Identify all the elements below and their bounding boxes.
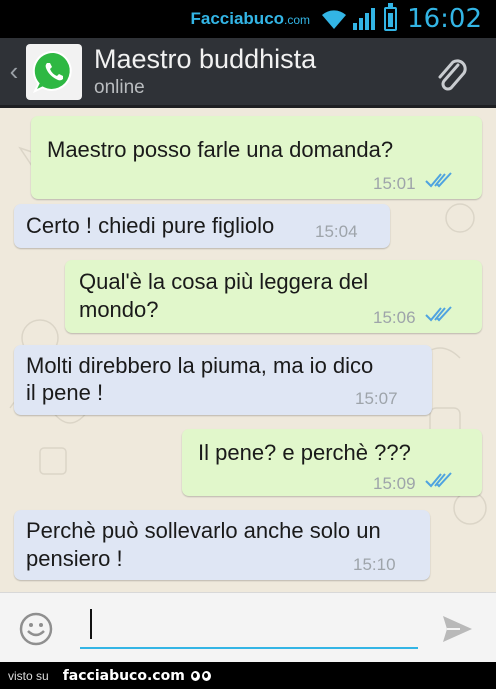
- status-bar: Facciabuco.com 16:02: [0, 0, 496, 38]
- read-ticks-icon: [425, 472, 452, 488]
- emoji-icon[interactable]: [18, 611, 54, 647]
- read-ticks-icon: [425, 306, 452, 322]
- message-bubble-incoming[interactable]: Perchè può sollevarlo anche solo un pens…: [14, 510, 430, 580]
- message-text: Certo ! chiedi pure figliolo: [26, 213, 275, 238]
- eyes-logo-icon: [190, 670, 211, 681]
- paperclip-icon[interactable]: [432, 56, 472, 96]
- avatar[interactable]: [26, 43, 82, 100]
- compose-bar: [0, 592, 496, 662]
- site-watermark: Facciabuco.com: [190, 9, 311, 28]
- message-bubble-outgoing[interactable]: Maestro posso farle una domanda? 15:01: [31, 116, 482, 199]
- footer-visto: visto su: [8, 668, 49, 683]
- message-bubble-outgoing[interactable]: Il pene? e perchè ??? 15:09: [182, 429, 482, 496]
- whatsapp-logo-icon: [32, 50, 72, 93]
- battery-icon: [384, 3, 398, 31]
- watermark-footer: visto su facciabuco.com: [0, 662, 496, 689]
- message-time: 15:07: [355, 389, 398, 408]
- message-time: 15:04: [315, 222, 358, 241]
- message-time: 15:09: [373, 474, 416, 493]
- message-text: il pene !: [26, 380, 104, 405]
- message-text: Il pene? e perchè ???: [198, 440, 411, 465]
- message-bubble-incoming[interactable]: Molti direbbero la piuma, ma io dico il …: [14, 345, 432, 415]
- wifi-icon: [322, 10, 347, 29]
- message-bubble-incoming[interactable]: Certo ! chiedi pure figliolo 15:04: [14, 204, 390, 248]
- message-text: Maestro posso farle una domanda?: [47, 137, 394, 162]
- back-icon[interactable]: ‹: [4, 56, 24, 87]
- message-time: 15:06: [373, 308, 416, 327]
- message-text: Molti direbbero la piuma, ma io dico: [26, 353, 374, 378]
- message-time: 15:10: [353, 555, 396, 574]
- chat-header: ‹ Maestro buddhista online: [0, 38, 496, 108]
- text-cursor: [90, 609, 92, 639]
- message-bubble-outgoing[interactable]: Qual'è la cosa più leggera del mondo? 15…: [65, 260, 482, 333]
- message-text: Perchè può sollevarlo anche solo un: [26, 518, 381, 543]
- message-text: mondo?: [79, 297, 159, 322]
- clock: 16:02: [407, 4, 482, 34]
- signal-icon: [353, 8, 376, 30]
- message-input[interactable]: [80, 605, 418, 649]
- message-time: 15:01: [373, 174, 416, 193]
- send-icon[interactable]: [440, 612, 474, 646]
- footer-brand: facciabuco.com: [62, 667, 185, 684]
- message-text: Qual'è la cosa più leggera del: [79, 269, 369, 294]
- chat-area[interactable]: Maestro posso farle una domanda? 15:01 C…: [0, 108, 496, 592]
- contact-status: online: [94, 76, 145, 98]
- message-text: pensiero !: [26, 546, 123, 571]
- read-ticks-icon: [425, 172, 452, 188]
- contact-name[interactable]: Maestro buddhista: [94, 44, 316, 74]
